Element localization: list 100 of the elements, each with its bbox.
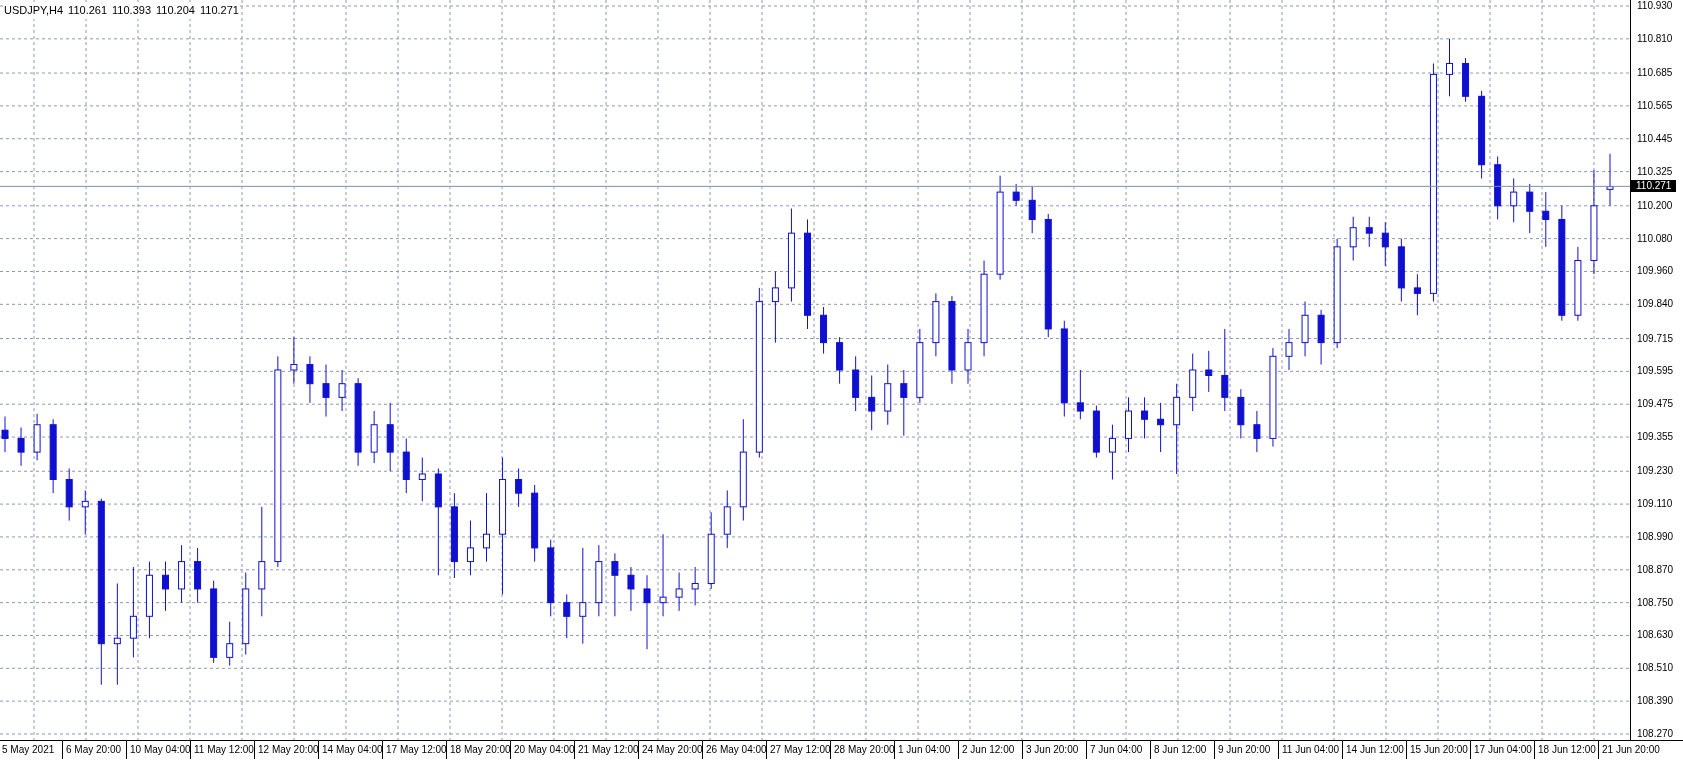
price-axis-label: 109.715 xyxy=(1637,332,1674,345)
price-axis-label: 108.510 xyxy=(1637,662,1674,675)
time-axis-label: 24 May 20:00 xyxy=(638,741,702,759)
candle xyxy=(1446,38,1453,97)
time-axis-label: 10 May 04:00 xyxy=(126,741,190,759)
price-axis-label: 109.230 xyxy=(1637,465,1674,478)
price-value: 110.204 xyxy=(156,3,195,18)
time-axis-label: 18 May 20:00 xyxy=(446,741,510,759)
candle xyxy=(1510,177,1518,223)
candle xyxy=(1189,353,1197,412)
candle xyxy=(322,364,330,418)
candle xyxy=(611,552,619,617)
candle xyxy=(1076,369,1084,420)
candle xyxy=(1413,273,1421,316)
price-axis-label: 108.990 xyxy=(1637,530,1674,543)
price-axis-label: 110.685 xyxy=(1637,67,1673,80)
candle xyxy=(1317,309,1325,366)
candle xyxy=(1028,186,1036,234)
candle xyxy=(226,621,234,667)
candle xyxy=(563,593,571,639)
time-axis-label: 18 Jun 12:00 xyxy=(1534,741,1598,759)
candle xyxy=(306,355,314,404)
price-axis-label: 109.355 xyxy=(1637,431,1674,444)
time-axis-label: 28 May 20:00 xyxy=(830,741,894,759)
candle xyxy=(1205,350,1213,393)
price-axis-label: 108.870 xyxy=(1637,563,1674,576)
candle xyxy=(1462,57,1470,103)
price-axis-label: 109.840 xyxy=(1637,298,1674,311)
candle xyxy=(178,544,186,604)
candle xyxy=(1397,238,1405,303)
candle xyxy=(1285,328,1293,371)
candle xyxy=(418,457,426,502)
candle xyxy=(483,492,490,563)
price-axis-label: 108.750 xyxy=(1637,596,1674,609)
price-axis-label: 110.445 xyxy=(1637,132,1673,145)
price-axis-label: 109.110 xyxy=(1637,498,1673,511)
candle xyxy=(1494,156,1502,220)
time-axis-label: 20 May 04:00 xyxy=(510,741,574,759)
candle xyxy=(1381,221,1389,267)
time-axis-label: 9 Jun 20:00 xyxy=(1214,741,1278,759)
time-axis-label: 12 May 20:00 xyxy=(254,741,318,759)
candle xyxy=(1606,153,1614,207)
candle xyxy=(1012,183,1020,207)
time-axis-label: 15 Jun 20:00 xyxy=(1406,741,1470,759)
candle xyxy=(162,561,169,612)
candle xyxy=(1157,402,1165,453)
candle xyxy=(402,437,410,494)
candle xyxy=(900,369,908,437)
time-axis-label: 21 May 12:00 xyxy=(574,741,638,759)
time-axis-label: 3 Jun 20:00 xyxy=(1022,741,1086,759)
price-value: 110.393 xyxy=(112,3,151,18)
candle xyxy=(338,369,346,412)
time-axis-label: 17 Jun 04:00 xyxy=(1470,741,1534,759)
candle xyxy=(1125,396,1132,453)
candle xyxy=(723,489,731,549)
candle xyxy=(515,468,523,508)
price-axis-label: 110.080 xyxy=(1637,232,1673,245)
price-axis-label: 108.270 xyxy=(1637,728,1674,740)
candle xyxy=(1108,424,1116,480)
candle xyxy=(33,413,41,461)
price-axis-label: 110.325 xyxy=(1637,165,1673,178)
price-axis-label: 110.200 xyxy=(1637,199,1673,212)
time-axis-label: 1 Jun 04:00 xyxy=(894,741,958,759)
price-axis-label: 110.810 xyxy=(1637,32,1673,45)
candle xyxy=(386,402,394,472)
candle xyxy=(627,566,635,612)
time-axis-label: 17 May 12:00 xyxy=(382,741,446,759)
time-axis-label: 8 Jun 12:00 xyxy=(1150,741,1214,759)
candle xyxy=(820,306,828,355)
price-axis-label: 110.930 xyxy=(1637,0,1673,12)
time-axis-label: 11 Jun 04:00 xyxy=(1278,741,1342,759)
candle xyxy=(1253,410,1261,453)
price-value: 110.261 xyxy=(68,3,108,18)
time-axis-label: 7 Jun 04:00 xyxy=(1086,741,1150,759)
price-axis-label: 108.630 xyxy=(1637,629,1674,642)
candle xyxy=(691,566,699,606)
candle xyxy=(1542,191,1550,248)
candle xyxy=(1,416,9,453)
candle xyxy=(884,364,892,426)
time-axis-label: 21 Jun 20:00 xyxy=(1598,741,1662,759)
time-axis-label: 27 May 12:00 xyxy=(766,741,830,759)
candle xyxy=(1237,388,1245,439)
candle xyxy=(836,336,844,385)
chart-symbol: USDJPY,H4 xyxy=(4,3,64,18)
candle xyxy=(194,547,202,604)
time-axis-label: 26 May 04:00 xyxy=(702,741,766,759)
candle xyxy=(81,489,89,535)
price-axis-label: 108.390 xyxy=(1637,695,1674,708)
candle xyxy=(1092,405,1100,459)
candle xyxy=(290,336,298,385)
time-axis-label: 5 May 2021 xyxy=(0,741,62,759)
candle xyxy=(675,572,683,612)
candle xyxy=(852,355,860,412)
candle xyxy=(65,468,73,522)
time-axis-label: 14 May 04:00 xyxy=(318,741,382,759)
current-price-label: 110.271 xyxy=(1631,180,1677,193)
candle xyxy=(868,374,876,431)
candle xyxy=(17,426,25,467)
price-axis-label: 109.960 xyxy=(1637,265,1674,278)
candle xyxy=(1526,183,1534,234)
